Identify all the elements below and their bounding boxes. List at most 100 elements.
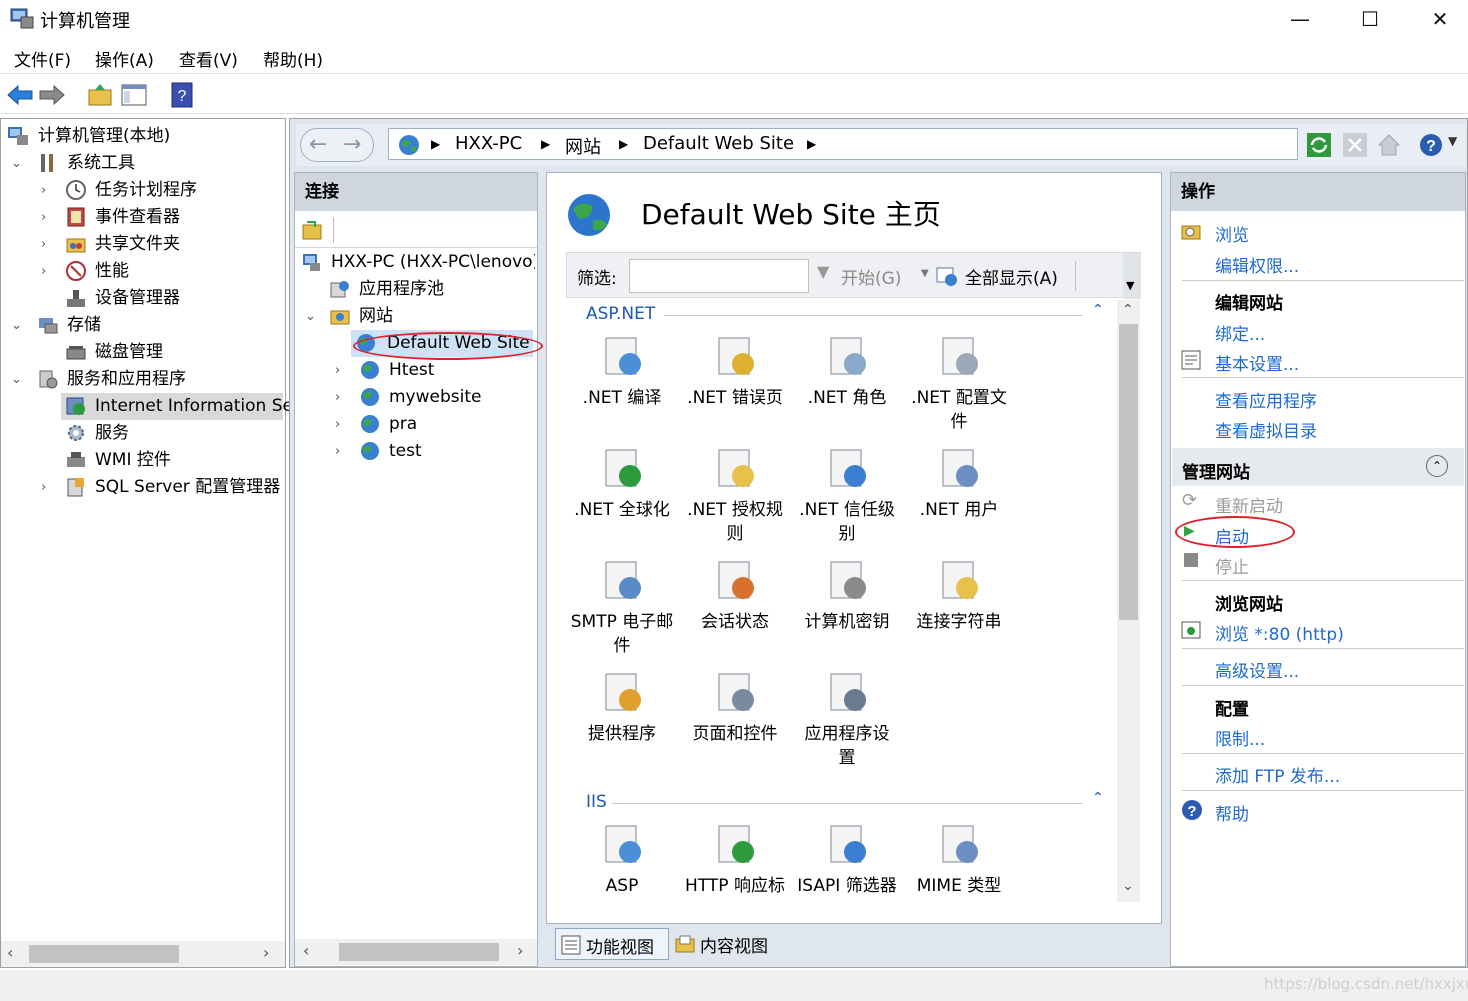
feature-tile[interactable]: MIME 类型 <box>903 822 1015 934</box>
tree-item-shared-folders[interactable]: › 共享文件夹 <box>1 231 285 258</box>
home-icon[interactable] <box>1376 132 1402 158</box>
chevron-right-icon[interactable]: › <box>41 204 46 231</box>
tab-feature-view[interactable]: 功能视图 <box>555 928 669 960</box>
chevron-right-icon[interactable]: › <box>335 357 340 384</box>
feature-tile[interactable]: .NET 错误页 <box>679 334 791 446</box>
feature-tile[interactable]: 会话状态 <box>679 558 791 670</box>
help-dropdown-icon[interactable]: ▼ <box>1448 134 1457 148</box>
help-icon[interactable]: ? <box>1418 132 1444 158</box>
stop-icon[interactable] <box>1342 132 1368 158</box>
feature-tile[interactable]: .NET 全球化 <box>566 446 678 558</box>
scroll-left-icon[interactable]: ‹ <box>7 943 13 962</box>
crumb-server[interactable]: HXX-PC <box>455 133 522 154</box>
group-aspnet-header[interactable]: ASP.NET <box>586 304 655 324</box>
back-icon[interactable]: ← <box>309 132 327 157</box>
chevron-right-icon[interactable]: › <box>41 177 46 204</box>
scroll-right-icon[interactable]: › <box>263 943 269 962</box>
action-edit-permissions[interactable]: 编辑权限... <box>1215 252 1299 277</box>
feature-tile[interactable]: SMTP 电子邮件 <box>566 558 678 670</box>
conn-server[interactable]: HXX-PC (HXX-PC\lenovo) <box>299 249 535 276</box>
collapse-group-icon[interactable]: ⌃ <box>1092 790 1104 806</box>
filter-input[interactable] <box>629 259 809 293</box>
connect-icon[interactable] <box>301 219 323 241</box>
tree-item-iis[interactable]: Internet Information Se <box>61 393 293 420</box>
collapse-group-icon[interactable]: ⌃ <box>1092 302 1104 318</box>
chevron-down-icon[interactable]: ⌄ <box>11 150 22 177</box>
crumb-separator-icon[interactable]: ▶ <box>619 137 628 151</box>
scroll-up-icon[interactable]: ⌃ <box>1122 302 1134 318</box>
up-folder-icon[interactable] <box>86 81 114 109</box>
conn-site-test[interactable]: › test <box>299 438 535 465</box>
feature-tile[interactable]: 计算机密钥 <box>791 558 903 670</box>
chevron-down-icon[interactable]: ⌄ <box>11 366 22 393</box>
feature-tile[interactable]: 应用程序设置 <box>791 670 903 782</box>
feature-tile[interactable]: 提供程序 <box>566 670 678 782</box>
chevron-right-icon[interactable]: › <box>41 231 46 258</box>
crumb-sites[interactable]: 网站 <box>565 133 601 159</box>
collapse-icon[interactable]: ⌃ <box>1426 455 1448 477</box>
tab-content-view[interactable]: 内容视图 <box>672 928 786 960</box>
back-arrow-icon[interactable] <box>6 81 34 109</box>
action-restart[interactable]: 重新启动 <box>1215 492 1283 517</box>
crumb-separator-icon[interactable]: ▶ <box>541 137 550 151</box>
start-filter-button[interactable]: 开始(G) <box>841 264 901 289</box>
tree-item-services[interactable]: 服务 <box>1 420 285 447</box>
tree-item-performance[interactable]: › 性能 <box>1 258 285 285</box>
tree-item-storage[interactable]: ⌄ 存储 <box>1 312 285 339</box>
scrollbar-thumb[interactable] <box>1119 324 1138 620</box>
tree-item-wmi[interactable]: WMI 控件 <box>1 447 285 474</box>
chevron-right-icon[interactable]: › <box>335 384 340 411</box>
conn-site-pra[interactable]: › pra <box>299 411 535 438</box>
action-add-ftp[interactable]: 添加 FTP 发布... <box>1215 762 1340 787</box>
action-stop[interactable]: 停止 <box>1215 553 1249 578</box>
refresh-icon[interactable] <box>1306 132 1332 158</box>
crumb-site[interactable]: Default Web Site <box>643 133 794 154</box>
tree-item-task-scheduler[interactable]: › 任务计划程序 <box>1 177 285 204</box>
conn-sites[interactable]: ⌄ 网站 <box>299 303 535 330</box>
forward-arrow-icon[interactable] <box>38 81 66 109</box>
tree-item-event-viewer[interactable]: › 事件查看器 <box>1 204 285 231</box>
menu-view[interactable]: 查看(V) <box>179 46 238 71</box>
dropdown-icon[interactable]: ▼ <box>921 268 929 279</box>
menu-action[interactable]: 操作(A) <box>95 46 154 71</box>
chevron-right-icon[interactable]: › <box>335 438 340 465</box>
help-book-icon[interactable]: ? <box>168 81 196 109</box>
show-hide-console-tree-icon[interactable] <box>120 81 148 109</box>
action-limits[interactable]: 限制... <box>1215 725 1265 750</box>
crumb-separator-icon[interactable]: ▶ <box>431 137 440 151</box>
maximize-button[interactable]: ☐ <box>1335 0 1405 38</box>
tree-item-system-tools[interactable]: ⌄ 系统工具 <box>1 150 285 177</box>
action-view-applications[interactable]: 查看应用程序 <box>1215 387 1317 412</box>
action-bindings[interactable]: 绑定... <box>1215 320 1265 345</box>
feature-tile[interactable]: .NET 角色 <box>791 334 903 446</box>
forward-icon[interactable]: → <box>343 132 361 157</box>
feature-tile[interactable]: .NET 编译 <box>566 334 678 446</box>
action-help[interactable]: 帮助 <box>1215 800 1249 825</box>
address-bar[interactable]: ▶ HXX-PC ▶ 网站 ▶ Default Web Site ▶ <box>388 128 1298 160</box>
chevron-right-icon[interactable]: › <box>41 258 46 285</box>
vertical-scrollbar[interactable]: ⌃ ⌄ <box>1117 300 1140 902</box>
action-advanced-settings[interactable]: 高级设置... <box>1215 657 1299 682</box>
feature-tile[interactable]: .NET 授权规则 <box>679 446 791 558</box>
scroll-left-icon[interactable]: ‹ <box>303 941 309 960</box>
horizontal-scrollbar[interactable]: ‹ › <box>295 939 537 965</box>
horizontal-scrollbar[interactable]: ‹ › <box>1 941 285 967</box>
conn-site-mywebsite[interactable]: › mywebsite <box>299 384 535 411</box>
feature-tile[interactable]: HTTP 响应标 <box>679 822 791 934</box>
close-button[interactable]: ✕ <box>1405 0 1468 38</box>
tree-item-disk-management[interactable]: 磁盘管理 <box>1 339 285 366</box>
tree-item-services-apps[interactable]: ⌄ 服务和应用程序 <box>1 366 285 393</box>
action-browse[interactable]: 浏览 <box>1215 221 1249 246</box>
scroll-down-icon[interactable]: ⌄ <box>1122 878 1134 894</box>
feature-tile[interactable]: 页面和控件 <box>679 670 791 782</box>
minimize-button[interactable]: — <box>1265 0 1335 38</box>
scrollbar-thumb[interactable] <box>29 945 179 963</box>
show-all-button[interactable]: 全部显示(A) <box>965 264 1058 289</box>
tree-root[interactable]: 计算机管理(本地) <box>7 123 282 150</box>
group-iis-header[interactable]: IIS <box>586 792 607 812</box>
conn-app-pools[interactable]: 应用程序池 <box>299 276 535 303</box>
scroll-right-icon[interactable]: › <box>517 941 523 960</box>
action-view-virtual-dirs[interactable]: 查看虚拟目录 <box>1215 417 1317 442</box>
chevron-down-icon[interactable]: ⌄ <box>305 303 316 330</box>
feature-tile[interactable]: .NET 用户 <box>903 446 1015 558</box>
